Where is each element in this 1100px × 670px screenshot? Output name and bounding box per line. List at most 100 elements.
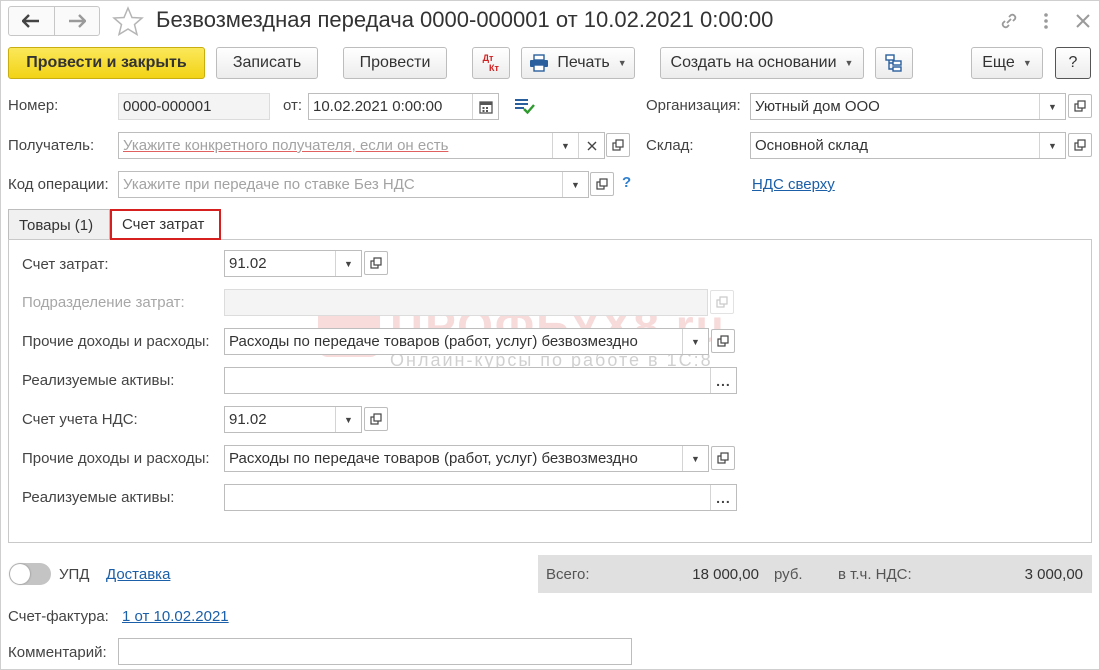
tab-cost-account[interactable]: Счет затрат bbox=[110, 209, 221, 240]
vertical-dots-icon bbox=[1044, 13, 1048, 29]
warehouse-field[interactable]: Основной склад ▼ bbox=[750, 132, 1066, 159]
back-button[interactable] bbox=[9, 7, 54, 35]
comment-label: Комментарий: bbox=[8, 644, 107, 661]
cost-account-label: Счет затрат: bbox=[22, 256, 109, 273]
upd-label: УПД bbox=[59, 566, 90, 583]
cost-division-open-button bbox=[710, 290, 734, 314]
assets-field-1[interactable]: ... bbox=[224, 367, 737, 394]
calendar-button[interactable] bbox=[472, 94, 498, 119]
arrow-left-icon bbox=[22, 14, 40, 28]
printer-icon bbox=[530, 54, 549, 72]
tab-goods[interactable]: Товары (1) bbox=[8, 209, 110, 240]
assets-label-1: Реализуемые активы: bbox=[22, 372, 175, 389]
vat-total-label: в т.ч. НДС: bbox=[838, 566, 912, 583]
organization-value: Уютный дом ООО bbox=[755, 98, 880, 115]
help-button[interactable]: ? bbox=[1055, 47, 1091, 79]
post-and-close-button[interactable]: Провести и закрыть bbox=[8, 47, 205, 79]
other-income-dropdown-1[interactable]: ▼ bbox=[682, 329, 708, 354]
other-income-label-1: Прочие доходы и расходы: bbox=[22, 333, 210, 350]
operation-code-help-icon[interactable]: ? bbox=[622, 174, 631, 191]
more-button[interactable]: Еще ▼ bbox=[971, 47, 1043, 79]
assets-label-2: Реализуемые активы: bbox=[22, 489, 175, 506]
operation-code-open-button[interactable] bbox=[590, 172, 614, 196]
more-actions-button[interactable] bbox=[1033, 8, 1059, 34]
upd-toggle[interactable] bbox=[9, 563, 51, 585]
chevron-down-icon: ▼ bbox=[617, 58, 627, 68]
comment-field[interactable] bbox=[118, 638, 632, 665]
save-button[interactable]: Записать bbox=[216, 47, 318, 79]
structure-button[interactable] bbox=[875, 47, 913, 79]
organization-field[interactable]: Уютный дом ООО ▼ bbox=[750, 93, 1066, 120]
window-title: Безвозмездная передача 0000-000001 от 10… bbox=[156, 7, 774, 32]
other-income-value-2: Расходы по передаче товаров (работ, услу… bbox=[229, 450, 638, 467]
invoice-label: Счет-фактура: bbox=[8, 608, 109, 625]
recipient-label: Получатель: bbox=[8, 137, 95, 154]
warehouse-open-button[interactable] bbox=[1068, 133, 1092, 157]
link-button[interactable] bbox=[996, 8, 1022, 34]
vat-account-open-button[interactable] bbox=[364, 407, 388, 431]
post-button[interactable]: Провести bbox=[343, 47, 447, 79]
assets-select-button-1[interactable]: ... bbox=[710, 368, 736, 393]
other-income-open-button-2[interactable] bbox=[711, 446, 735, 470]
link-icon bbox=[1001, 13, 1017, 29]
warehouse-dropdown[interactable]: ▼ bbox=[1039, 133, 1065, 158]
chevron-down-icon: ▼ bbox=[844, 58, 854, 68]
recipient-placeholder: Укажите конкретного получателя, если он … bbox=[123, 137, 449, 154]
open-icon bbox=[716, 296, 728, 308]
organization-dropdown[interactable]: ▼ bbox=[1039, 94, 1065, 119]
total-value: 18 000,00 bbox=[692, 566, 759, 583]
number-label: Номер: bbox=[8, 97, 59, 114]
open-icon bbox=[1074, 139, 1086, 151]
other-income-open-button-1[interactable] bbox=[711, 329, 735, 353]
more-label: Еще bbox=[982, 54, 1015, 71]
create-based-on-button[interactable]: Создать на основании ▼ bbox=[660, 47, 864, 79]
nav-buttons bbox=[8, 6, 100, 36]
other-income-field-1[interactable]: Расходы по передаче товаров (работ, услу… bbox=[224, 328, 709, 355]
date-label: от: bbox=[283, 97, 303, 114]
dt-label: Дт bbox=[482, 53, 494, 63]
clear-icon bbox=[587, 141, 596, 150]
other-income-label-2: Прочие доходы и расходы: bbox=[22, 450, 210, 467]
vat-total-value: 3 000,00 bbox=[1024, 566, 1083, 583]
vat-account-value: 91.02 bbox=[229, 411, 267, 428]
forward-button[interactable] bbox=[53, 7, 99, 35]
operation-code-dropdown[interactable]: ▼ bbox=[562, 172, 588, 197]
other-income-value-1: Расходы по передаче товаров (работ, услу… bbox=[229, 333, 638, 350]
cost-division-label: Подразделение затрат: bbox=[22, 294, 185, 311]
dt-kt-button[interactable]: Дт Кт bbox=[472, 47, 510, 79]
operation-code-field[interactable]: Укажите при передаче по ставке Без НДС ▼ bbox=[118, 171, 589, 198]
warehouse-label: Склад: bbox=[646, 137, 694, 154]
organization-open-button[interactable] bbox=[1068, 94, 1092, 118]
delivery-link[interactable]: Доставка bbox=[106, 566, 170, 583]
date-field[interactable]: 10.02.2021 0:00:00 bbox=[308, 93, 499, 120]
cost-account-field[interactable]: 91.02 ▼ bbox=[224, 250, 362, 277]
open-icon bbox=[717, 452, 729, 464]
recipient-dropdown[interactable]: ▼ bbox=[552, 133, 578, 158]
vat-on-top-link[interactable]: НДС сверху bbox=[752, 176, 835, 193]
close-button[interactable] bbox=[1070, 8, 1096, 34]
vat-account-field[interactable]: 91.02 ▼ bbox=[224, 406, 362, 433]
recipient-field[interactable]: Укажите конкретного получателя, если он … bbox=[118, 132, 605, 159]
vat-account-dropdown[interactable]: ▼ bbox=[335, 407, 361, 432]
invoice-link[interactable]: 1 от 10.02.2021 bbox=[122, 608, 229, 625]
cost-account-dropdown[interactable]: ▼ bbox=[335, 251, 361, 276]
assets-select-button-2[interactable]: ... bbox=[710, 485, 736, 510]
favorite-star-button[interactable] bbox=[112, 6, 144, 40]
open-icon bbox=[370, 413, 382, 425]
currency-label: руб. bbox=[774, 566, 803, 583]
create-based-on-label: Создать на основании bbox=[670, 54, 837, 71]
close-icon bbox=[1076, 14, 1090, 28]
other-income-field-2[interactable]: Расходы по передаче товаров (работ, услу… bbox=[224, 445, 709, 472]
cost-account-open-button[interactable] bbox=[364, 251, 388, 275]
open-icon bbox=[1074, 100, 1086, 112]
other-income-dropdown-2[interactable]: ▼ bbox=[682, 446, 708, 471]
recipient-open-button[interactable] bbox=[606, 133, 630, 157]
date-value: 10.02.2021 0:00:00 bbox=[313, 98, 443, 115]
number-field[interactable]: 0000-000001 bbox=[118, 93, 270, 120]
assets-field-2[interactable]: ... bbox=[224, 484, 737, 511]
print-button[interactable]: Печать ▼ bbox=[521, 47, 635, 79]
chevron-down-icon: ▼ bbox=[1022, 58, 1032, 68]
recipient-clear-button[interactable] bbox=[578, 133, 604, 158]
organization-label: Организация: bbox=[646, 97, 741, 114]
hierarchy-icon bbox=[885, 54, 902, 72]
